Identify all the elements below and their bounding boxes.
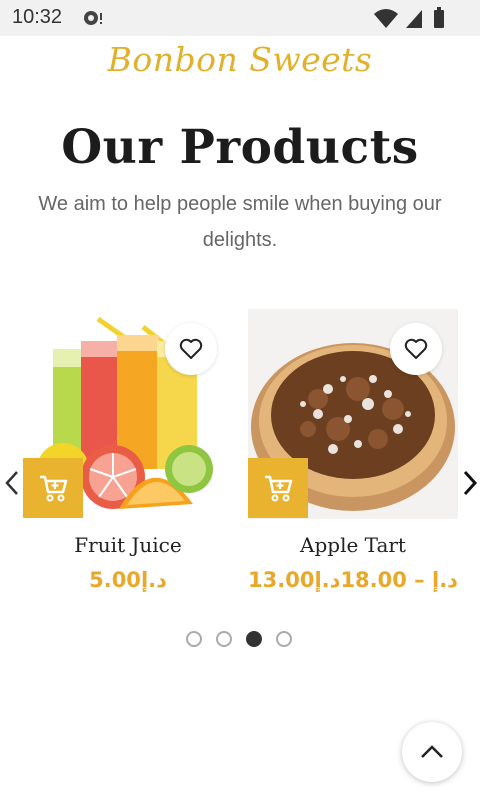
notification-icon xyxy=(84,11,102,25)
status-time: 10:32 xyxy=(12,6,63,28)
carousel-dot[interactable] xyxy=(186,631,202,647)
signal-icon xyxy=(406,10,422,28)
heart-icon xyxy=(179,338,203,359)
carousel-dot[interactable] xyxy=(216,631,232,647)
section-title: Our Products xyxy=(61,120,419,175)
product-name[interactable]: Apple Tart xyxy=(248,533,458,557)
status-icons xyxy=(374,7,444,28)
carousel-pagination xyxy=(186,631,296,647)
section-subtitle: We aim to help people smile when buying … xyxy=(38,193,442,251)
product-name[interactable]: Fruit Juice xyxy=(23,533,233,557)
cart-icon xyxy=(40,475,68,502)
brand-logo[interactable]: Bonbon Sweets xyxy=(0,40,480,79)
carousel-prev-icon[interactable] xyxy=(2,468,22,498)
wifi-icon xyxy=(374,9,398,28)
cart-icon xyxy=(265,475,293,502)
add-to-cart-button[interactable] xyxy=(248,458,308,518)
battery-icon xyxy=(434,10,444,28)
wishlist-button[interactable] xyxy=(390,323,442,375)
carousel-dot[interactable] xyxy=(276,631,292,647)
add-to-cart-button[interactable] xyxy=(23,458,83,518)
status-bar: 10:32 xyxy=(0,0,480,36)
scroll-to-top-button[interactable] xyxy=(402,722,462,782)
wishlist-button[interactable] xyxy=(165,323,217,375)
carousel-next-icon[interactable] xyxy=(460,468,480,498)
chevron-up-icon xyxy=(421,745,443,758)
heart-icon xyxy=(404,338,428,359)
product-price: 13.00د.إ – 18.00د.إ xyxy=(248,568,458,592)
product-price: 5.00د.إ xyxy=(89,568,167,592)
carousel-dot-active[interactable] xyxy=(246,631,262,647)
